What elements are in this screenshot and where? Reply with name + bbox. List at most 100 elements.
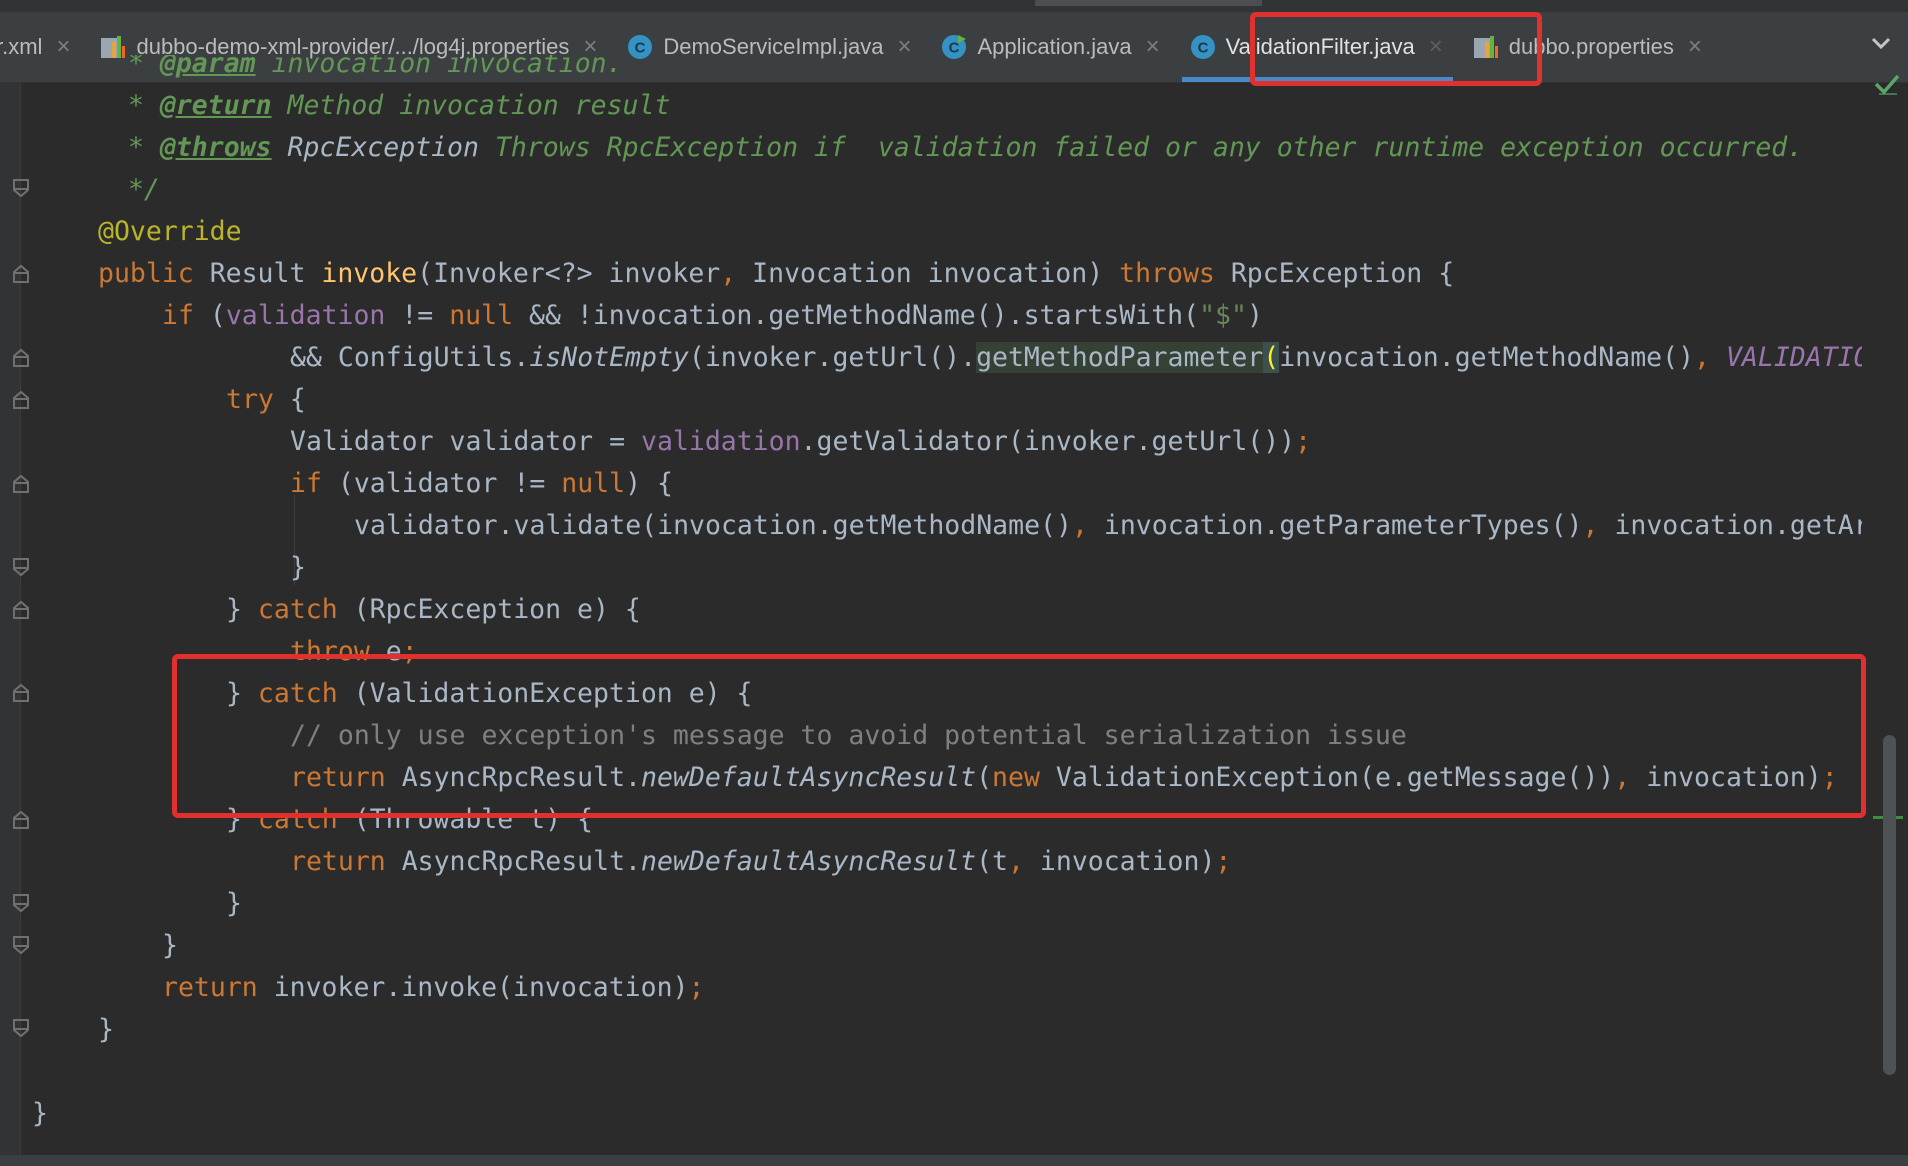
chevron-down-icon[interactable] (1866, 28, 1896, 58)
doc-comment: * (112, 90, 160, 121)
separator: ; (688, 972, 705, 1003)
static-method: isNotEmpty (529, 342, 689, 373)
code-text: { (273, 384, 306, 415)
code-text: } (226, 888, 242, 919)
separator: , (1694, 342, 1711, 373)
code-line: return invoker.invoke(invocation); (162, 967, 704, 1009)
code-text: (validator != (321, 468, 562, 499)
code-text: invocation.getMethodName() (1279, 342, 1695, 373)
code-line: */ (112, 169, 160, 211)
code-text: Validator validator = (290, 426, 641, 457)
code-line: } (98, 1009, 114, 1051)
keyword: return (162, 972, 258, 1003)
doc-comment: * (112, 55, 160, 79)
code-text: } (162, 930, 178, 961)
editor-bottom-edge (0, 1155, 1908, 1166)
separator: , (1582, 510, 1599, 541)
vertical-scrollbar[interactable] (1883, 735, 1896, 1075)
doc-tag: @throws (159, 132, 272, 163)
code-text: } (226, 594, 258, 625)
tab-bar-scroll-indicator (1035, 0, 1262, 6)
code-text: AsyncRpcResult. (385, 846, 642, 877)
code-highlight-box (172, 654, 1866, 818)
code-text: RpcException { (1214, 258, 1455, 289)
code-text: } (32, 1098, 48, 1129)
field: validation (641, 426, 801, 457)
code-text: Invocation invocation) (736, 258, 1120, 289)
code-text: ) (1246, 300, 1263, 331)
code-line: * @param invocation invocation. (112, 55, 623, 85)
keyword: catch (257, 594, 338, 625)
keyword: if (290, 468, 322, 499)
separator: , (1071, 510, 1088, 541)
keyword: if (162, 300, 194, 331)
keyword: null (449, 300, 514, 331)
separator: , (720, 258, 737, 289)
inspection-ok-check-icon[interactable] (1873, 70, 1901, 98)
code-line: if (validator != null) { (290, 463, 673, 505)
code-line: * @throws RpcException Throws RpcExcepti… (112, 127, 1803, 169)
method-name: invoke (321, 258, 418, 289)
code-line: } (162, 925, 178, 967)
code-line: try { (226, 379, 306, 421)
svg-text:C: C (1197, 40, 1208, 57)
doc-comment: Throws RpcException if validation failed… (478, 132, 1804, 163)
code-text: invocation.getParameterTypes() (1087, 510, 1583, 541)
doc-comment: invocation invocation. (255, 55, 623, 79)
code-line: return AsyncRpcResult.newDefaultAsyncRes… (290, 841, 1231, 883)
constant: VALIDATION_ (1725, 342, 1862, 373)
code-text: invocation.getArgu (1614, 510, 1862, 541)
code-text: } (98, 1014, 114, 1045)
string-literal: "$" (1199, 300, 1247, 331)
keyword: throws (1119, 258, 1215, 289)
separator: ; (1215, 846, 1232, 877)
code-editor[interactable]: * @param invocation invocation. * @retur… (22, 55, 1862, 1155)
keyword: return (290, 846, 386, 877)
code-text: validator.validate(invocation.getMethodN… (354, 510, 1072, 541)
code-line: } (226, 883, 242, 925)
svg-text:C: C (635, 40, 646, 57)
code-line: public Result invoke(Invoker<?> invoker,… (98, 253, 1454, 295)
code-text: ( (193, 300, 226, 331)
matched-bracket: ( (1263, 342, 1280, 373)
code-line: } catch (RpcException e) { (226, 589, 641, 631)
code-text: (t (976, 846, 1008, 877)
code-text: (invoker.getUrl(). (688, 342, 977, 373)
code-line: } (32, 1093, 48, 1135)
separator: , (1007, 846, 1024, 877)
code-text: invocation) (1023, 846, 1216, 877)
code-text: ) { (625, 468, 673, 499)
tab-bar-top-strip (0, 0, 1908, 12)
keyword: try (226, 384, 274, 415)
code-line: Validator validator = validation.getVali… (290, 421, 1311, 463)
doc-type-reference: RpcException (271, 132, 479, 163)
code-text: && !invocation.getMethodName().startsWit… (513, 300, 1200, 331)
code-line: validator.validate(invocation.getMethodN… (354, 505, 1862, 547)
code-line: if (validation != null && !invocation.ge… (162, 295, 1263, 337)
code-text: } (290, 552, 306, 583)
code-text: invoker.invoke(invocation) (257, 972, 689, 1003)
code-text: != (385, 300, 450, 331)
field: validation (225, 300, 386, 331)
code-text: Result (193, 258, 322, 289)
separator: ; (1295, 426, 1312, 457)
annotation: @Override (98, 216, 242, 247)
highlighted-method: getMethodParameter (976, 342, 1264, 373)
static-method: newDefaultAsyncResult (641, 846, 977, 877)
doc-tag: @return (159, 90, 272, 121)
code-line: * @return Method invocation result (112, 85, 670, 127)
doc-comment: */ (112, 174, 160, 205)
code-line: && ConfigUtils.isNotEmpty(invoker.getUrl… (290, 337, 1862, 379)
doc-tag: @param (159, 55, 256, 79)
doc-comment: * (112, 132, 160, 163)
keyword: null (561, 468, 626, 499)
active-tab-highlight-box (1250, 12, 1542, 86)
code-text: (Invoker<?> invoker (417, 258, 721, 289)
code-line: @Override (98, 211, 242, 253)
code-text: .getValidator(invoker.getUrl()) (800, 426, 1296, 457)
code-text: && ConfigUtils. (290, 342, 530, 373)
svg-text:C: C (949, 40, 960, 57)
keyword: public (98, 258, 194, 289)
code-line: } (290, 547, 306, 589)
code-text: (RpcException e) { (337, 594, 641, 625)
